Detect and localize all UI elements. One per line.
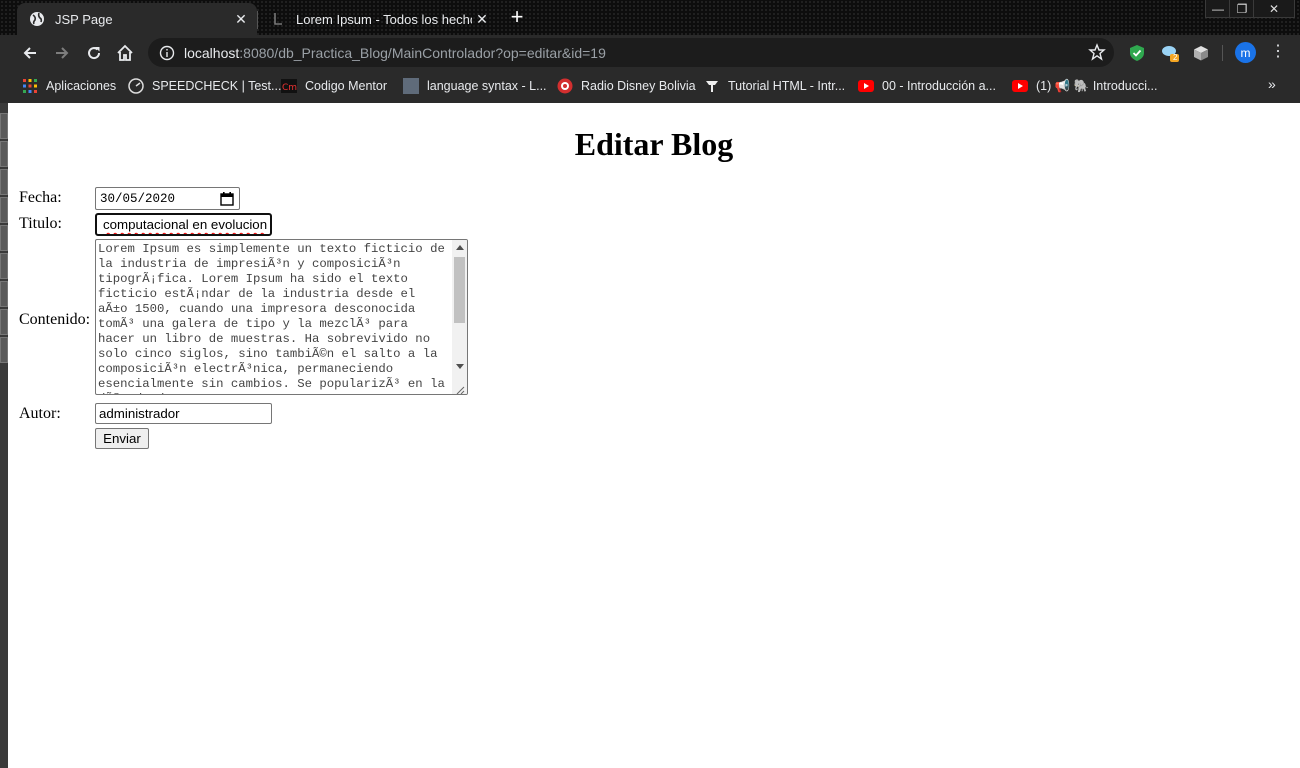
contenido-label: Contenido: [19, 311, 91, 328]
bookmark-introduccion-2[interactable]: (1) 📢 🐘 Introducci... [1012, 75, 1157, 97]
speedcheck-icon [128, 78, 144, 94]
tutorial-icon [704, 78, 720, 94]
tab-title: Lorem Ipsum - Todos los hechos [296, 11, 472, 27]
close-tab-icon[interactable]: ✕ [231, 9, 251, 29]
extension-badge: 2 [1173, 53, 1178, 62]
tab-title: JSP Page [55, 11, 113, 27]
bookmark-codigo-mentor[interactable]: Cm Codigo Mentor [281, 75, 387, 97]
browser-toolbar: localhost:8080/db_Practica_Blog/MainCont… [0, 35, 1300, 70]
back-arrow-icon[interactable] [17, 40, 43, 66]
cube-extension-icon[interactable] [1191, 43, 1211, 63]
codigo-mentor-icon: Cm [281, 78, 297, 94]
bookmark-label: 00 - Introducción a... [882, 79, 996, 93]
bookmarks-bar: Aplicaciones SPEEDCHECK | Test... Cm Cod… [0, 70, 1300, 103]
bookmark-introduccion-1[interactable]: 00 - Introducción a... [858, 75, 996, 97]
scroll-up-icon[interactable] [456, 245, 464, 250]
bookmark-language-syntax[interactable]: language syntax - L... [403, 75, 547, 97]
forward-arrow-icon[interactable] [49, 40, 75, 66]
fecha-value: 30/05/2020 [100, 191, 176, 206]
globe-icon [29, 11, 45, 27]
side-tab[interactable] [0, 141, 8, 167]
chevron-more-icon[interactable]: » [1268, 76, 1276, 92]
bookmark-label: Aplicaciones [46, 79, 117, 93]
bookmark-radio-disney[interactable]: Radio Disney Bolivia [557, 75, 696, 97]
info-icon[interactable] [159, 45, 175, 61]
restore-icon[interactable]: ❐ [1229, 0, 1255, 18]
bookmark-label: SPEEDCHECK | Test... [152, 79, 282, 93]
close-window-icon[interactable]: ✕ [1253, 0, 1295, 18]
calendar-icon[interactable] [220, 192, 234, 206]
bookmark-aplicaciones[interactable]: Aplicaciones [22, 75, 116, 97]
url-host: localhost [184, 44, 240, 61]
tab-lorem-ipsum[interactable]: Lorem Ipsum - Todos los hechos ✕ [258, 3, 498, 35]
shield-extension-icon[interactable] [1127, 43, 1147, 63]
tab-strip: JSP Page ✕ Lorem Ipsum - Todos los hecho… [0, 0, 1300, 35]
resize-grip-icon[interactable] [455, 382, 465, 394]
url-path: :8080/db_Practica_Blog/MainControlador?o… [239, 44, 606, 61]
side-tab[interactable] [0, 253, 8, 279]
side-tab[interactable] [0, 113, 8, 139]
autor-label: Autor: [19, 405, 61, 422]
bookmark-star-icon[interactable] [1088, 43, 1106, 61]
youtube-icon [858, 78, 874, 94]
side-tab[interactable] [0, 197, 8, 223]
scroll-down-icon[interactable] [456, 364, 464, 369]
autor-field[interactable]: administrador [95, 403, 272, 424]
new-tab-button[interactable]: + [505, 6, 529, 30]
close-tab-icon[interactable]: ✕ [472, 9, 492, 29]
bookmark-label: Radio Disney Bolivia [581, 79, 696, 93]
contenido-textarea[interactable]: Lorem Ipsum es simplemente un texto fict… [95, 239, 468, 395]
scrollbar-thumb[interactable] [454, 257, 465, 323]
page-icon [403, 78, 419, 94]
tab-jsp-page[interactable]: JSP Page ✕ [17, 3, 257, 35]
menu-kebab-icon[interactable]: ⋮ [1268, 43, 1288, 63]
profile-avatar[interactable]: m [1235, 42, 1256, 63]
bookmark-label: Codigo Mentor [305, 79, 387, 93]
textarea-scrollbar[interactable] [452, 240, 467, 394]
radio-disney-icon [557, 78, 573, 94]
toolbar-separator [1222, 45, 1223, 61]
minimize-icon[interactable]: — [1205, 0, 1231, 18]
enviar-button[interactable]: Enviar [95, 428, 149, 449]
contenido-text: Lorem Ipsum es simplemente un texto fict… [98, 242, 445, 394]
svg-text:Cm: Cm [282, 83, 297, 93]
fecha-label: Fecha: [19, 189, 62, 206]
bookmark-label: language syntax - L... [427, 79, 547, 93]
bookmark-tutorial-html[interactable]: Tutorial HTML - Intr... [704, 75, 845, 97]
side-tab[interactable] [0, 309, 8, 335]
fecha-date-field[interactable]: 30/05/2020 [95, 187, 240, 210]
bookmark-speedcheck[interactable]: SPEEDCHECK | Test... [128, 75, 281, 97]
left-side-panel [0, 103, 8, 768]
titulo-field[interactable]: computacional en evolucion [95, 213, 272, 236]
page-title: Editar Blog [574, 126, 734, 162]
titulo-label: Titulo: [19, 215, 62, 232]
chat-extension-icon[interactable]: 2 [1160, 43, 1180, 63]
bookmark-label: Tutorial HTML - Intr... [728, 79, 846, 93]
bookmark-label: (1) 📢 🐘 Introducci... [1036, 78, 1158, 93]
address-bar[interactable]: localhost:8080/db_Practica_Blog/MainCont… [148, 38, 1114, 67]
youtube-icon [1012, 78, 1028, 94]
page-content: Editar Blog Fecha: 30/05/2020 Titulo: co… [8, 103, 1300, 768]
side-tab[interactable] [0, 281, 8, 307]
side-tab[interactable] [0, 225, 8, 251]
reload-icon[interactable] [81, 40, 107, 66]
lorem-ipsum-icon [270, 11, 286, 27]
side-tab[interactable] [0, 169, 8, 195]
side-tab[interactable] [0, 337, 8, 363]
home-icon[interactable] [112, 40, 138, 66]
apps-grid-icon [22, 78, 38, 94]
